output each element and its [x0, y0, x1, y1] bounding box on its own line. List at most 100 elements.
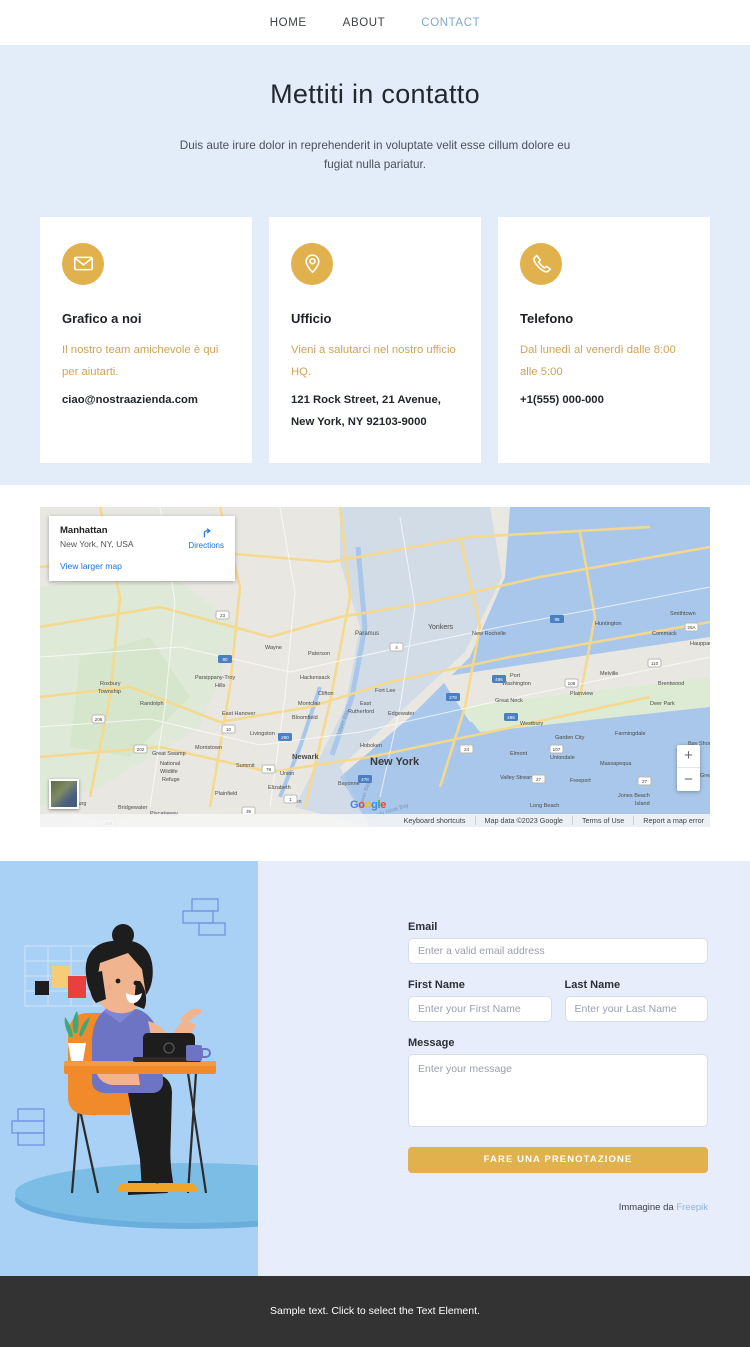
svg-text:Newark: Newark: [292, 752, 320, 761]
svg-text:27: 27: [536, 777, 542, 782]
svg-text:23: 23: [220, 613, 226, 618]
svg-text:Township: Township: [98, 689, 121, 695]
map-info-card[interactable]: Manhattan New York, NY, USA Directions V…: [49, 515, 235, 581]
svg-text:24: 24: [464, 747, 470, 752]
workspace-illustration: [0, 860, 258, 1276]
card-address-value: 121 Rock Street, 21 Avenue, New York, NY…: [291, 393, 441, 428]
directions-icon: [203, 527, 211, 538]
map-section: Paramus Yonkers New Rochelle Huntington …: [0, 484, 750, 861]
svg-text:Great Swamp: Great Swamp: [152, 751, 186, 757]
svg-text:Great Neck: Great Neck: [495, 698, 523, 704]
svg-text:Wayne: Wayne: [265, 645, 282, 651]
svg-text:East Hanover: East Hanover: [222, 711, 255, 717]
last-name-field[interactable]: [564, 995, 708, 1022]
svg-text:Huntington: Huntington: [595, 621, 622, 627]
contact-form-section: Email First Name Last Name Message FARE …: [0, 860, 750, 1276]
svg-text:Massapequa: Massapequa: [600, 761, 632, 767]
svg-text:206: 206: [95, 717, 103, 722]
map-zoom-controls[interactable]: + −: [677, 744, 700, 791]
svg-text:Bayonne: Bayonne: [338, 781, 360, 787]
view-larger-map-link[interactable]: View larger map: [60, 561, 224, 571]
message-label: Message: [408, 1036, 455, 1049]
contact-card-phone: Telefono Dal lunedì al venerdì dalle 8:0…: [498, 216, 710, 463]
card-phone-value[interactable]: +1(555) 000-000: [520, 389, 688, 411]
zoom-out-button[interactable]: −: [677, 768, 700, 791]
first-name-label: First Name: [408, 978, 465, 991]
svg-text:Parsippany-Troy: Parsippany-Troy: [195, 675, 235, 681]
first-name-field[interactable]: [408, 995, 552, 1022]
nav-link-about[interactable]: ABOUT: [343, 17, 386, 29]
card-title: Telefono: [520, 310, 574, 326]
terms-of-use-link[interactable]: Terms of Use: [582, 815, 635, 825]
directions-label: Directions: [188, 540, 224, 550]
svg-text:Westbury: Westbury: [520, 721, 543, 727]
card-description: Il nostro team amichevole è qui per aiut…: [62, 343, 219, 378]
email-field[interactable]: [408, 937, 708, 964]
svg-text:Smithtown: Smithtown: [670, 611, 696, 617]
svg-text:Garden City: Garden City: [555, 735, 585, 741]
phone-icon: [520, 242, 562, 285]
svg-text:Hoboken: Hoboken: [360, 743, 382, 749]
card-description: Vieni a salutarci nel nostro ufficio HQ.: [291, 343, 456, 378]
svg-text:95: 95: [554, 617, 560, 622]
svg-text:Plainfield: Plainfield: [215, 791, 237, 797]
svg-text:Uniondale: Uniondale: [550, 755, 575, 761]
card-email-value[interactable]: ciao@nostraazienda.com: [62, 389, 230, 411]
svg-text:Bloomfield: Bloomfield: [292, 715, 318, 721]
svg-text:East: East: [360, 701, 371, 707]
svg-text:Morristown: Morristown: [195, 745, 222, 751]
image-credit-prefix: Immagine da: [618, 1201, 677, 1213]
form-pane: Email First Name Last Name Message FARE …: [258, 861, 750, 1276]
message-field[interactable]: [408, 1053, 708, 1127]
svg-text:78: 78: [266, 767, 272, 772]
svg-text:Hackensack: Hackensack: [300, 675, 330, 681]
map-place-title: Manhattan: [60, 524, 108, 536]
svg-text:Washington: Washington: [502, 681, 531, 687]
svg-text:Livingston: Livingston: [250, 731, 275, 737]
footer-text[interactable]: Sample text. Click to select the Text El…: [270, 1305, 480, 1317]
svg-text:New Rochelle: New Rochelle: [472, 631, 506, 637]
svg-text:Hills: Hills: [215, 683, 226, 689]
keyboard-shortcuts-link[interactable]: Keyboard shortcuts: [404, 815, 476, 825]
envelope-icon: [62, 242, 104, 285]
svg-text:478: 478: [361, 777, 369, 782]
svg-text:Port: Port: [510, 673, 521, 679]
card-description: Dal lunedì al venerdì dalle 8:00 alle 5:…: [520, 343, 676, 378]
location-pin-icon: [291, 242, 333, 285]
svg-text:Summit: Summit: [236, 763, 255, 769]
card-title: Grafico a noi: [62, 310, 142, 326]
svg-text:Clifton: Clifton: [318, 691, 334, 697]
contact-card-email: Grafico a noi Il nostro team amichevole …: [40, 216, 252, 463]
svg-text:202: 202: [137, 747, 145, 752]
map-satellite-thumbnail[interactable]: [49, 778, 79, 809]
contact-card-office: Ufficio Vieni a salutarci nel nostro uff…: [269, 216, 481, 463]
svg-text:10: 10: [226, 727, 232, 732]
submit-booking-button[interactable]: FARE UNA PRENOTAZIONE: [408, 1146, 708, 1173]
svg-text:Paterson: Paterson: [308, 651, 330, 657]
map-attribution-bar: Keyboard shortcuts Map data ©2023 Google…: [40, 813, 710, 827]
svg-text:Bridgewater: Bridgewater: [118, 805, 148, 811]
booking-form: Email First Name Last Name Message FARE …: [408, 921, 708, 1173]
report-map-error-link[interactable]: Report a map error: [643, 816, 704, 825]
directions-button[interactable]: Directions: [188, 525, 224, 550]
svg-text:Melville: Melville: [600, 671, 618, 677]
svg-text:Commack: Commack: [652, 631, 677, 637]
svg-text:495: 495: [507, 715, 515, 720]
google-map[interactable]: Paramus Yonkers New Rochelle Huntington …: [40, 506, 710, 827]
svg-text:1: 1: [289, 797, 292, 802]
svg-text:Farmingdale: Farmingdale: [615, 731, 646, 737]
svg-text:278: 278: [449, 695, 457, 700]
nav-link-home[interactable]: HOME: [270, 17, 307, 29]
page-title: Mettiti in contatto: [270, 79, 480, 109]
svg-text:Jones Beach: Jones Beach: [618, 793, 650, 799]
svg-text:Island: Island: [635, 801, 650, 807]
svg-text:Elmont: Elmont: [510, 751, 528, 757]
hero-section: Mettiti in contatto Duis aute irure dolo…: [0, 45, 750, 175]
svg-text:Rutherford: Rutherford: [348, 709, 374, 715]
svg-text:Fort Lee: Fort Lee: [375, 688, 395, 694]
nav-link-contact[interactable]: CONTACT: [421, 17, 480, 29]
zoom-in-button[interactable]: +: [677, 745, 700, 768]
svg-text:Montclair: Montclair: [298, 701, 320, 707]
svg-text:110: 110: [651, 661, 659, 666]
freepik-link[interactable]: Freepik: [676, 1202, 708, 1213]
